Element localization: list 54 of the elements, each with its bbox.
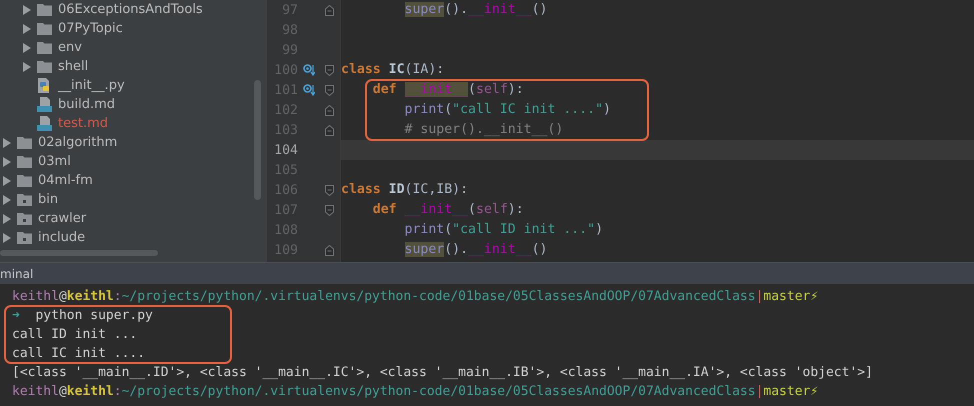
tree-item[interactable]: 02algorithm [0,133,267,152]
code-line: def __init__(self): [372,201,525,219]
terminal-line: keithl@keithl:~/projects/python/.virtualenvs/python-code/01base/05ClassesAndOOP/07AdvancedClass|master⚡ [12,288,820,306]
tree-item[interactable]: 06ExceptionsAndTools [0,0,267,19]
code-line: def __init__(self): [372,81,525,99]
tree-item[interactable]: 07PyTopic [0,19,267,38]
folder-icon [17,155,32,168]
tree-item[interactable]: env [0,38,267,57]
folder-icon [37,3,52,16]
tree-item[interactable]: crawler [0,209,267,228]
folder-icon [37,60,52,73]
folder-icon [17,174,32,187]
tree-item[interactable]: bin [0,190,267,209]
terminal-line: keithl@keithl:~/projects/python/.virtualenvs/python-code/01base/05ClassesAndOOP/07AdvancedClass|master⚡ [12,383,820,401]
terminal-line: [<class '__main__.ID'>, <class '__main__.IC'>, <class '__main__.IB'>, <class '__main__.IA'>, <class 'object'>] [12,364,874,382]
folder-icon [37,41,52,54]
scrollbar[interactable] [0,250,158,256]
fold-icon[interactable] [324,244,334,256]
override-marker-icon[interactable] [303,84,315,96]
fold-icon[interactable] [324,104,334,116]
code-line: print("call IC init ....") [404,101,612,119]
tree-item[interactable]: 04ml-fm [0,171,267,190]
fold-icon[interactable] [324,124,334,136]
folder-icon [17,212,32,225]
code-line: super().__init__() [404,241,548,259]
code-line: print("call ID init ...") [404,221,604,239]
code-line: class ID(IC,IB): [341,181,470,199]
scrollbar[interactable] [254,80,261,200]
terminal-line: call IC init .... [12,345,146,363]
markdown-file-icon [37,116,52,131]
folder-icon [17,193,32,206]
tree-item[interactable]: build.md [0,95,267,114]
code-line: super().__init__() [404,1,548,19]
tree-item[interactable]: shell [0,57,267,76]
fold-icon[interactable] [324,184,334,196]
folder-icon [17,136,32,149]
markdown-file-icon [37,97,52,112]
terminal-line: ➜ python super.py [12,307,154,325]
tree-item[interactable]: __init__.py [0,76,267,95]
code-line: # super().__init__() [404,121,564,139]
folder-icon [37,22,52,35]
fold-icon[interactable] [324,84,334,96]
override-marker-icon[interactable] [303,64,315,76]
tree-item[interactable]: include [0,228,267,247]
fold-icon[interactable] [324,64,334,76]
fold-icon[interactable] [324,204,334,216]
python-file-icon [37,78,52,93]
terminal-line: call ID init ... [12,326,138,344]
panel-title: minal [0,266,34,280]
line-number: 104 [273,142,298,158]
code-line: class IC(IA): [341,61,446,79]
fold-icon[interactable] [324,4,334,16]
tree-item[interactable]: 03ml [0,152,267,171]
folder-icon [17,231,32,244]
